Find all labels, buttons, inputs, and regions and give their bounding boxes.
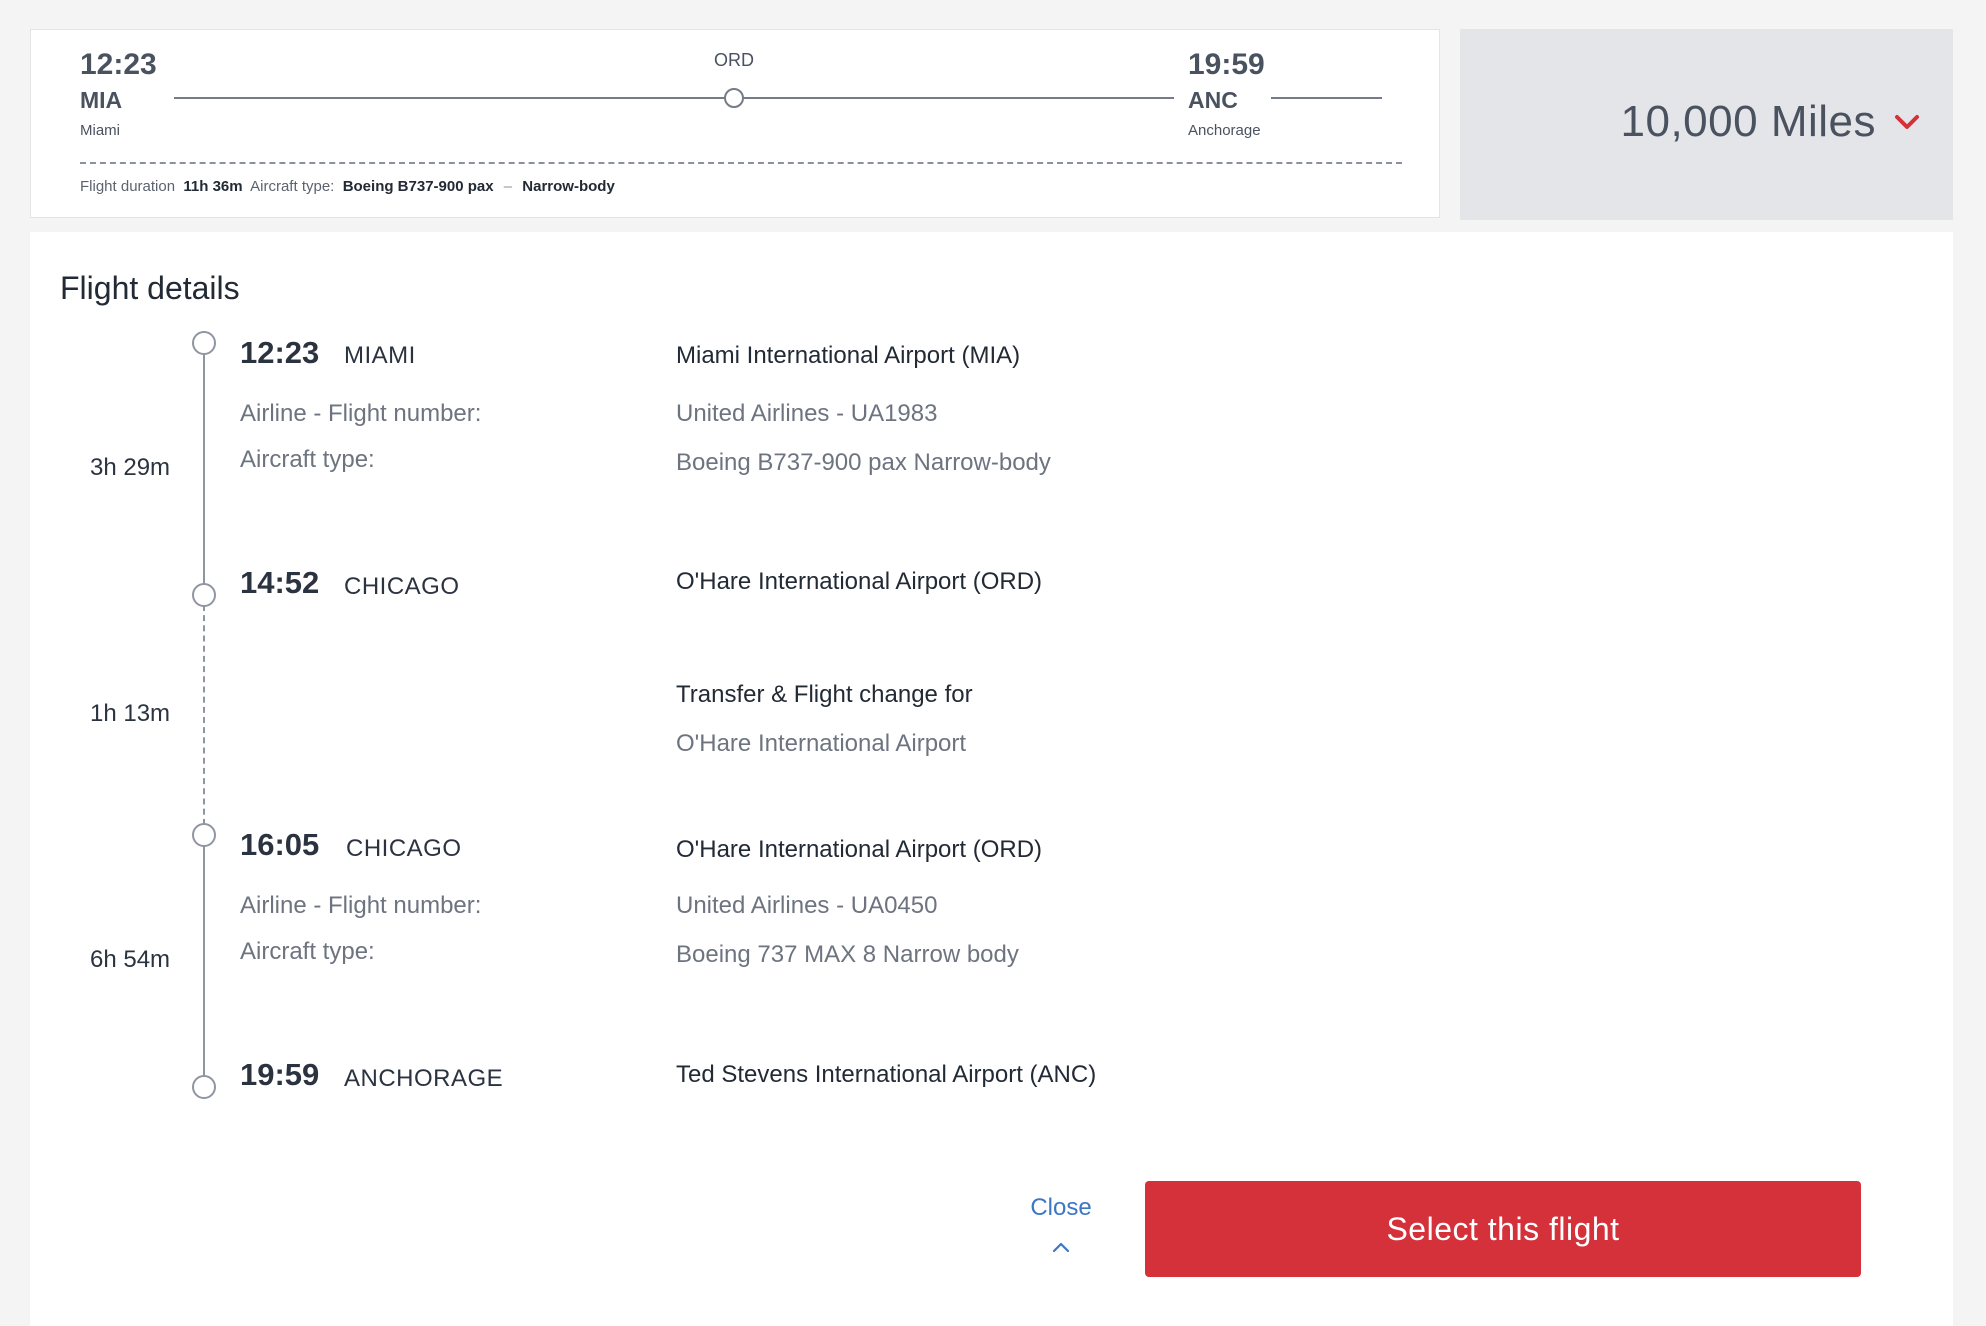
- flight-details-panel: Flight details 3h 29m 1h 13m 6h 54m 12:2…: [30, 232, 1953, 1326]
- leg-1-arrive-city: CHICAGO: [344, 573, 460, 600]
- leg-2-airline-label: Airline - Flight number:: [240, 892, 482, 919]
- leg-1-duration: 3h 29m: [90, 454, 171, 481]
- leg-1-airline-label: Airline - Flight number:: [240, 400, 482, 427]
- timeline-dot-icon: [192, 1075, 216, 1099]
- duration-value: 11h 36m: [183, 178, 243, 195]
- leg-1-depart-city: MIAMI: [344, 342, 416, 369]
- details-title: Flight details: [60, 270, 240, 306]
- summary-arrival-time: 19:59: [1188, 48, 1265, 81]
- timeline-segment-2: [203, 846, 205, 1093]
- leg-2-aircraft-value: Boeing 737 MAX 8 Narrow body: [676, 941, 1019, 968]
- stop-marker-icon: [724, 88, 744, 108]
- leg-2-aircraft-label: Aircraft type:: [240, 938, 375, 965]
- leg-1-depart-time: 12:23: [240, 335, 320, 370]
- chevron-down-icon: [1895, 115, 1919, 129]
- select-flight-button[interactable]: Select this flight: [1145, 1181, 1861, 1277]
- transfer-title: Transfer & Flight change for: [676, 681, 973, 708]
- summary-departure-time: 12:23: [80, 48, 157, 81]
- leg-1-aircraft-label: Aircraft type:: [240, 446, 375, 473]
- timeline-transfer: [203, 605, 205, 835]
- price-selector[interactable]: 10,000 Miles: [1460, 29, 1953, 220]
- duration-label: Flight duration: [80, 178, 176, 195]
- route-line-end: [1271, 97, 1382, 99]
- leg-1-arrive-airport: O'Hare International Airport (ORD): [676, 568, 1043, 595]
- transfer-duration: 1h 13m: [90, 700, 171, 727]
- transfer-airport: O'Hare International Airport: [676, 730, 967, 757]
- leg-2-depart-city: CHICAGO: [346, 835, 462, 862]
- timeline-segment-1: [203, 343, 205, 595]
- chevron-up-icon[interactable]: [1049, 1240, 1073, 1254]
- leg-1-aircraft-value: Boeing B737-900 pax Narrow-body: [676, 449, 1051, 476]
- price-miles: 10,000 Miles: [1620, 97, 1876, 146]
- leg-2-airline-value: United Airlines - UA0450: [676, 892, 938, 919]
- aircraft-value: Boeing B737-900 pax: [342, 178, 494, 195]
- leg-2-depart-airport: O'Hare International Airport (ORD): [676, 836, 1043, 863]
- timeline-dot-icon: [192, 823, 216, 847]
- body-type: Narrow-body: [522, 178, 615, 195]
- summary-arrival-city: Anchorage: [1188, 122, 1261, 139]
- timeline-dot-icon: [192, 331, 216, 355]
- leg-1-depart-airport: Miami International Airport (MIA): [676, 342, 1021, 369]
- leg-1-arrive-time: 14:52: [240, 565, 320, 600]
- leg-2-arrive-airport: Ted Stevens International Airport (ANC): [676, 1061, 1097, 1088]
- route-line: [174, 97, 1174, 99]
- flight-summary-card: 12:23 MIA Miami ORD 19:59 ANC Anchorage …: [30, 29, 1440, 218]
- summary-divider: [80, 162, 1402, 164]
- leg-2-arrive-city: ANCHORAGE: [344, 1065, 504, 1092]
- leg-2-duration: 6h 54m: [90, 946, 171, 973]
- leg-2-depart-time: 16:05: [240, 827, 320, 862]
- aircraft-label: Aircraft type:: [250, 178, 335, 195]
- summary-stop-code: ORD: [714, 50, 754, 70]
- leg-2-arrive-time: 19:59: [240, 1057, 320, 1092]
- leg-1-airline-value: United Airlines - UA1983: [676, 400, 938, 427]
- summary-departure-city: Miami: [80, 122, 120, 139]
- summary-departure-code: MIA: [80, 87, 123, 113]
- summary-arrival-code: ANC: [1188, 87, 1238, 113]
- summary-info-row: Flight duration 11h 36m Aircraft type: B…: [80, 178, 615, 195]
- timeline-dot-icon: [192, 583, 216, 607]
- close-button[interactable]: Close: [1021, 1194, 1101, 1222]
- separator: –: [503, 178, 513, 195]
